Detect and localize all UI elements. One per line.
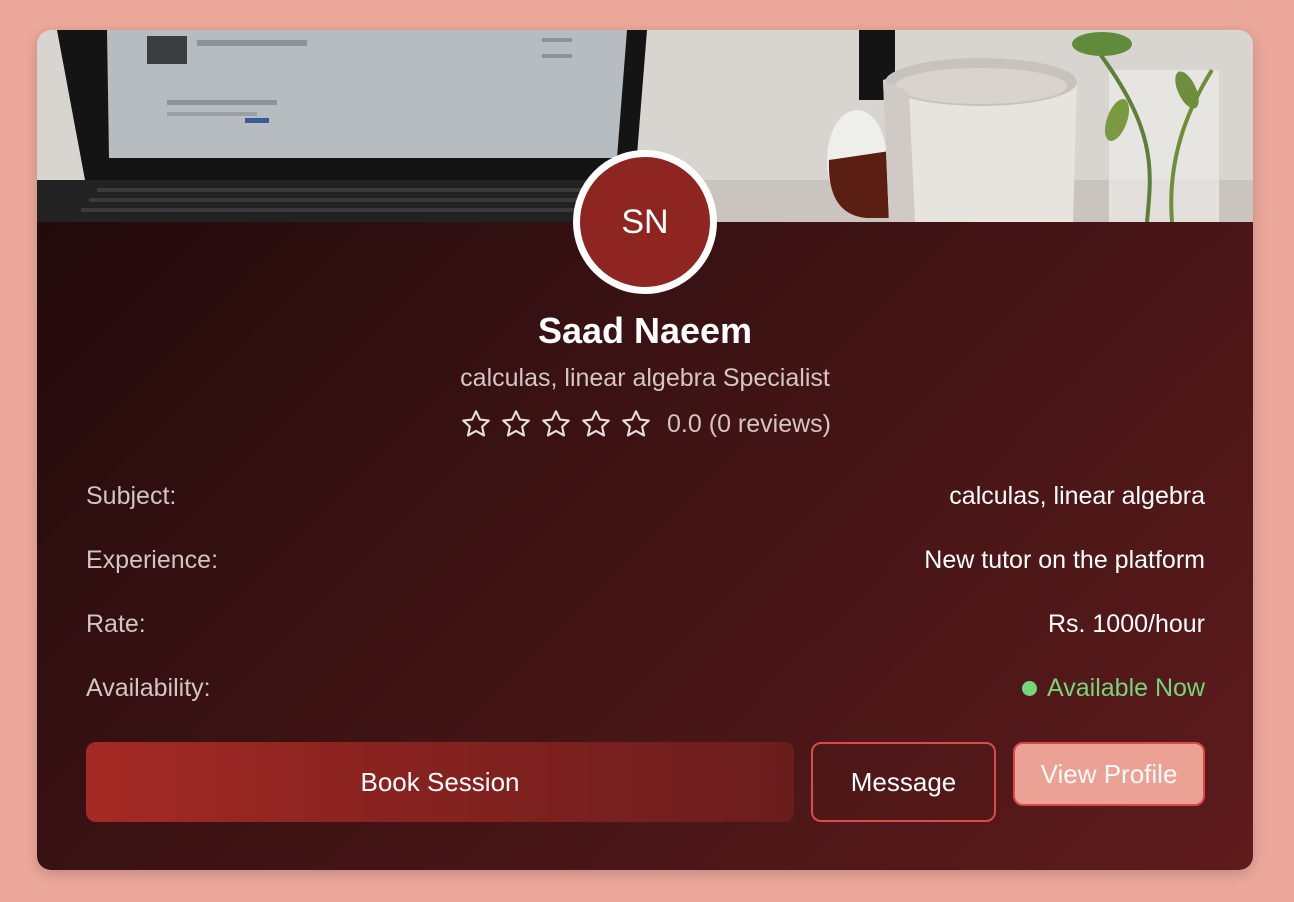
tutor-card: SN Saad Naeem calculas, linear algebra S…: [37, 30, 1253, 870]
status-dot-icon: [1022, 681, 1038, 696]
rating-stars: [459, 408, 653, 440]
star-outline-icon: [459, 408, 493, 440]
rating-score: 0.0: [666, 409, 702, 438]
tutor-name: Saad Naeem: [537, 310, 753, 351]
avatar-initials: SN: [621, 202, 669, 241]
rating-summary: 0.0 (0 reviews): [667, 410, 831, 439]
detail-subject: Subject: calculas, linear algebra: [86, 482, 1205, 511]
detail-availability: Availability: Available Now: [86, 674, 1205, 703]
book-session-button[interactable]: Book Session: [86, 742, 794, 822]
detail-value: Rs. 1000/hour: [1047, 610, 1205, 638]
detail-label: Rate:: [86, 610, 146, 638]
detail-label: Experience:: [86, 546, 219, 574]
star-outline-icon: [499, 408, 533, 440]
detail-experience: Experience: New tutor on the platform: [86, 546, 1205, 575]
availability-text: Available Now: [1047, 674, 1205, 702]
tutor-specialty: calculas, linear algebra Specialist: [460, 364, 830, 392]
availability-status: Available Now: [1022, 674, 1205, 703]
detail-value: New tutor on the platform: [924, 546, 1205, 574]
star-outline-icon: [539, 408, 573, 440]
star-outline-icon: [619, 408, 653, 440]
message-button[interactable]: Message: [811, 742, 996, 822]
star-outline-icon: [579, 408, 613, 440]
detail-value: calculas, linear algebra: [949, 482, 1205, 510]
detail-rate: Rate: Rs. 1000/hour: [86, 610, 1205, 639]
detail-label: Availability:: [86, 674, 211, 702]
review-count: (0 reviews): [708, 409, 831, 438]
rating: 0.0 (0 reviews): [37, 408, 1253, 440]
detail-label: Subject:: [86, 482, 177, 510]
avatar: SN: [573, 150, 717, 294]
view-profile-button[interactable]: View Profile: [1013, 742, 1205, 806]
